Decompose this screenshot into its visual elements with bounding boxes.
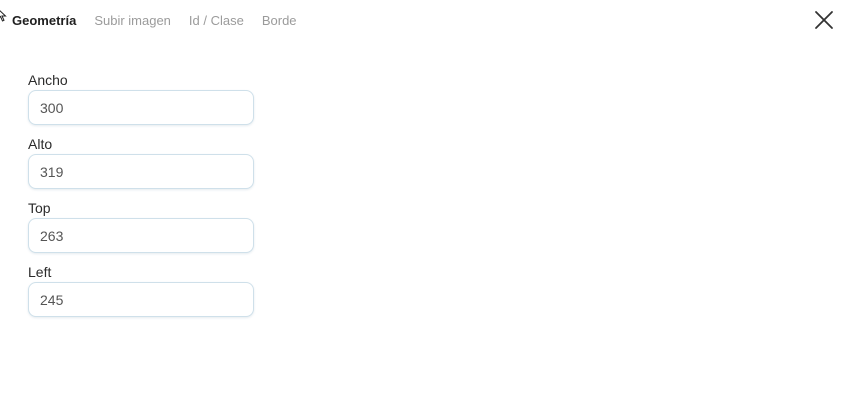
left-input[interactable] bbox=[28, 282, 254, 317]
ancho-label: Ancho bbox=[28, 72, 68, 88]
tab-bar: Geometría Subir imagen Id / Clase Borde bbox=[12, 13, 315, 29]
editor-panel: Geometría Subir imagen Id / Clase Borde … bbox=[0, 0, 846, 401]
field-alto: Alto bbox=[28, 135, 254, 189]
alto-input[interactable] bbox=[28, 154, 254, 189]
tab-geometria[interactable]: Geometría bbox=[12, 13, 76, 29]
left-label: Left bbox=[28, 264, 52, 280]
tab-subir-imagen[interactable]: Subir imagen bbox=[94, 13, 171, 29]
top-input[interactable] bbox=[28, 218, 254, 253]
field-left: Left bbox=[28, 263, 254, 317]
field-top: Top bbox=[28, 199, 254, 253]
mouse-cursor-icon bbox=[0, 10, 7, 22]
geometry-form: Ancho Alto Top Left bbox=[28, 71, 254, 327]
close-icon[interactable] bbox=[813, 9, 835, 31]
tab-id-clase[interactable]: Id / Clase bbox=[189, 13, 244, 29]
field-ancho: Ancho bbox=[28, 71, 254, 125]
top-label: Top bbox=[28, 200, 51, 216]
ancho-input[interactable] bbox=[28, 90, 254, 125]
alto-label: Alto bbox=[28, 136, 53, 152]
tab-borde[interactable]: Borde bbox=[262, 13, 297, 29]
